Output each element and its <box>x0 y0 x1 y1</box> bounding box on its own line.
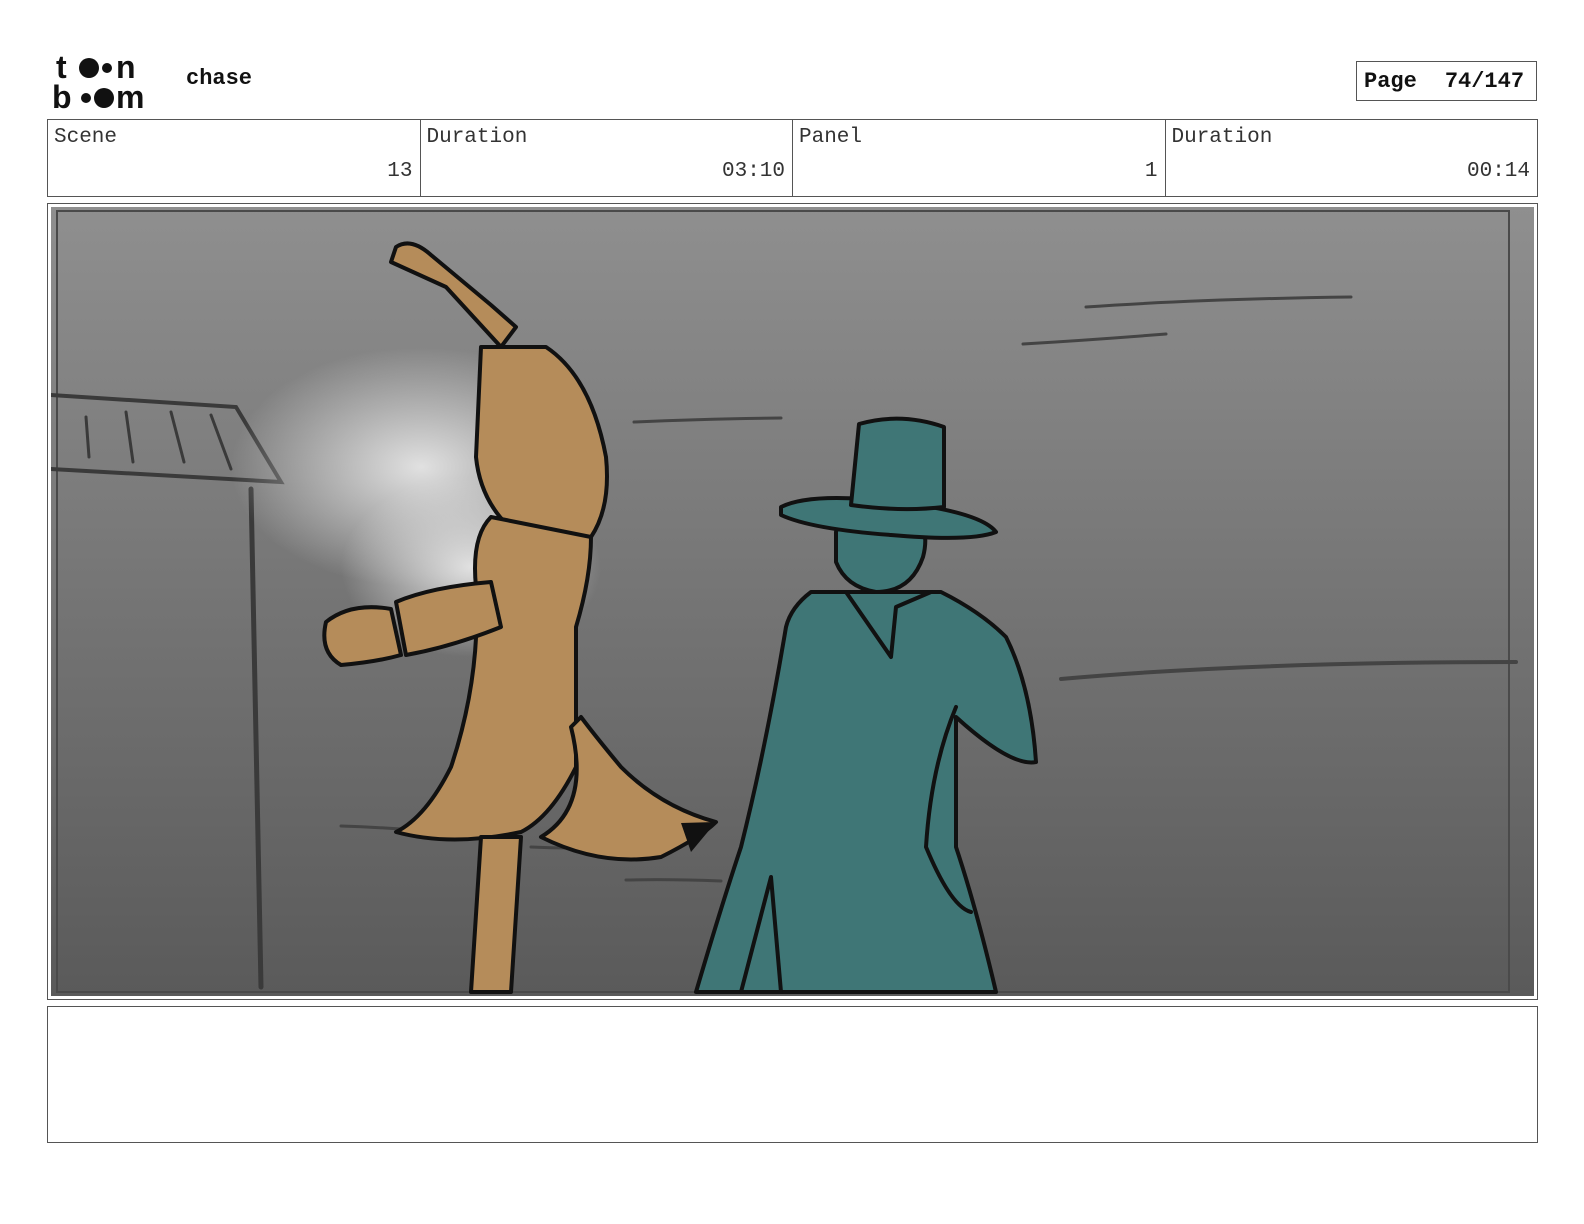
toon-boom-logo: t n b m <box>52 50 144 112</box>
page-indicator: Page 74/147 <box>1356 61 1537 101</box>
svg-text:b: b <box>52 79 72 112</box>
panel-notes-box <box>47 1006 1538 1143</box>
panel-info-row: Scene 13 Duration 03:10 Panel 1 Duration… <box>47 119 1538 197</box>
panel-artwork <box>51 207 1534 996</box>
scene-duration-label: Duration <box>426 126 528 149</box>
panel-cell: Panel 1 <box>793 120 1166 196</box>
scene-cell: Scene 13 <box>48 120 421 196</box>
scene-value: 13 <box>387 160 413 183</box>
panel-label: Panel <box>799 126 863 149</box>
scene-label: Scene <box>54 126 118 149</box>
storyboard-panel <box>47 203 1538 1000</box>
page-number: 74/147 <box>1444 68 1525 94</box>
panel-duration-label: Duration <box>1171 126 1273 149</box>
scene-duration-cell: Duration 03:10 <box>421 120 793 196</box>
panel-duration-cell: Duration 00:14 <box>1166 120 1538 196</box>
svg-text:m: m <box>116 79 144 112</box>
panel-value: 1 <box>1144 160 1158 183</box>
scene-duration-value: 03:10 <box>721 160 785 183</box>
page-label: Page <box>1364 68 1417 94</box>
panel-duration-value: 00:14 <box>1466 160 1530 183</box>
project-title: chase <box>186 66 253 91</box>
